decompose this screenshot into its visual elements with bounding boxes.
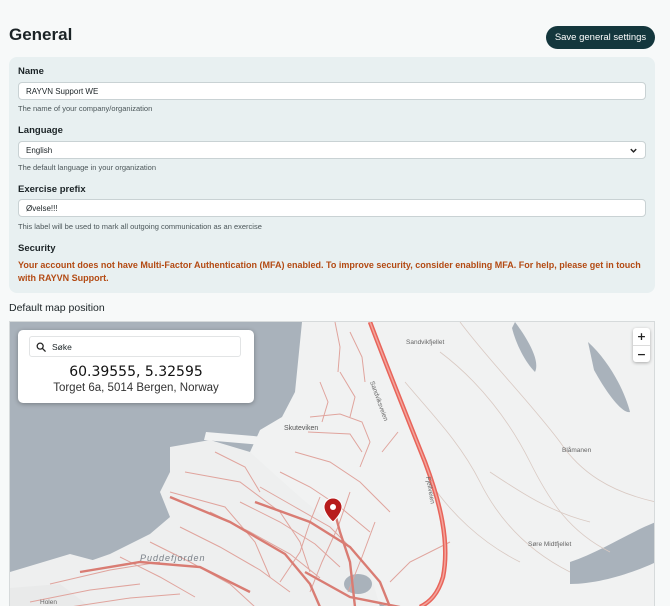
map-coordinates: 60.39555, 5.32595 [69,364,203,380]
map-label-skuteviken: Skuteviken [284,425,318,432]
save-general-settings-button[interactable]: Save general settings [546,26,655,49]
exercise-prefix-input[interactable] [18,199,646,217]
map-search-card: 60.39555, 5.32595 Torget 6a, 5014 Bergen… [18,330,254,403]
general-settings-panel: Name The name of your company/organizati… [9,57,655,293]
map-label-holen: Holen [40,599,57,606]
zoom-out-button[interactable]: − [633,345,650,362]
zoom-in-button[interactable]: + [633,328,650,345]
map-label-sore-midtfjellet: Søre Midtfjellet [528,541,572,548]
map-label-sandvikfjellet: Sandvikfjellet [406,339,444,346]
name-input[interactable] [18,82,646,100]
map-label-puddefjorden: Puddefjorden [140,553,206,563]
mfa-warning: Your account does not have Multi-Factor … [18,260,641,283]
language-select-value: English [26,145,53,155]
name-label: Name [18,66,44,77]
name-helper: The name of your company/organization [18,104,153,113]
page-title: General [9,25,73,44]
language-helper: The default language in your organizatio… [18,163,157,172]
map-search-field[interactable] [29,336,241,357]
search-icon [36,342,46,352]
map-section-title: Default map position [9,302,105,314]
map-view[interactable]: Sandvikfjellet Skuteviken Blåmanen Søre … [9,321,655,606]
security-label: Security [18,243,56,254]
exercise-prefix-label: Exercise prefix [18,184,86,195]
chevron-down-icon [630,148,637,153]
language-select[interactable]: English [18,141,646,159]
language-label: Language [18,125,63,136]
map-zoom-controls: + − [633,328,650,362]
map-address: Torget 6a, 5014 Bergen, Norway [53,382,219,394]
exercise-prefix-helper: This label will be used to mark all outg… [18,222,262,231]
map-search-input[interactable] [52,341,232,352]
map-label-blamanen: Blåmanen [562,446,592,454]
